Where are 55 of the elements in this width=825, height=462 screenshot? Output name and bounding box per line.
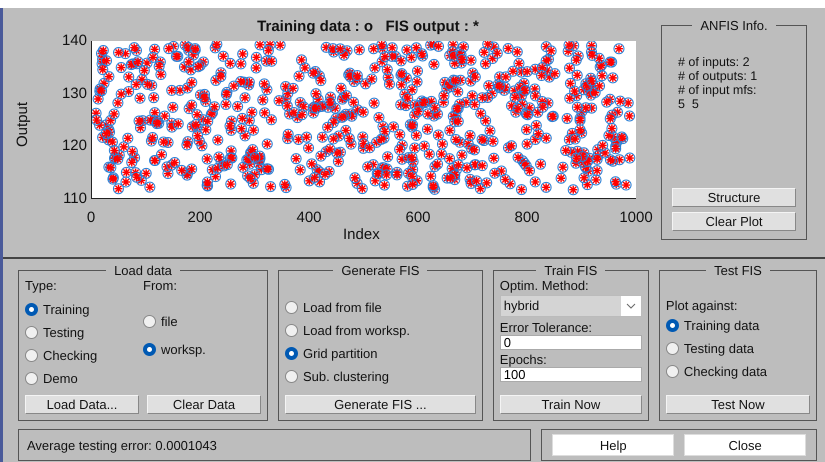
input-field[interactable]: 100 (500, 367, 642, 382)
info-text: # of outputs: 1 (678, 69, 758, 83)
panel-button[interactable]: Structure (672, 188, 796, 207)
status-text: Average testing error: 0.0001043 (27, 438, 217, 452)
radio-option[interactable]: Testing (25, 323, 143, 342)
tick-label: 600 (404, 209, 432, 226)
caret-icon (626, 303, 636, 309)
axis-label: Output (14, 101, 32, 147)
field-label: Epochs: (500, 352, 548, 367)
panel-title: Load data (113, 263, 173, 278)
panel-button[interactable]: Clear Plot (672, 212, 796, 231)
panel-title: Train FIS (543, 263, 598, 278)
tick-label: 130 (60, 86, 88, 102)
panel-button[interactable]: Clear Data (147, 395, 261, 414)
field-label: Error Tolerance: (500, 320, 594, 335)
tick-label: 400 (295, 209, 323, 226)
test-button[interactable]: Test Now (666, 395, 810, 414)
radio-option[interactable]: file (143, 312, 261, 331)
tick-label: 800 (513, 209, 541, 226)
radio-option[interactable]: Load from file (285, 298, 476, 317)
radio-option[interactable]: Sub. clustering (285, 367, 476, 386)
field-label: Optim. Method: (500, 278, 590, 293)
radio-option[interactable]: Training data (666, 316, 810, 335)
radio-option[interactable]: Training (25, 300, 143, 319)
panel-button[interactable]: Load Data... (25, 395, 139, 414)
tick-label: 120 (60, 138, 88, 154)
tick-label: 0 (86, 209, 96, 226)
tick-label: 110 (62, 190, 88, 207)
input-field[interactable]: 0 (500, 335, 642, 350)
info-text: 5 5 (678, 97, 700, 111)
panel-title: ANFIS Info. (699, 18, 769, 33)
radio-option[interactable]: worksp. (143, 340, 261, 359)
radio-option[interactable]: Grid partition (285, 344, 476, 363)
dialog-button[interactable]: Help (552, 434, 674, 456)
dialog-button[interactable]: Close (684, 434, 806, 456)
tick-label: 1000 (618, 209, 654, 226)
method-dropdown[interactable]: hybrid (500, 295, 642, 317)
radio-option[interactable]: Checking data (666, 362, 810, 381)
axis-label: Index (343, 226, 380, 243)
from-label: From: (143, 278, 178, 293)
train-button[interactable]: Train Now (500, 395, 642, 414)
panel-title: Test FIS (713, 263, 763, 278)
radio-option[interactable]: Load from worksp. (285, 321, 476, 340)
generate-button[interactable]: Generate FIS ... (285, 395, 476, 414)
info-text: # of input mfs: (678, 83, 758, 97)
plot-title: Training data : o FIS output : * (256, 18, 480, 37)
type-label: Type: (25, 278, 58, 293)
radio-option[interactable]: Demo (25, 369, 143, 388)
radio-option[interactable]: Checking (25, 346, 143, 365)
info-text: # of inputs: 2 (678, 55, 751, 69)
tick-label: 200 (186, 209, 214, 226)
radio-option[interactable]: Testing data (666, 339, 810, 358)
plot-against-label: Plot against: (666, 298, 738, 313)
panel-title: Generate FIS (340, 263, 420, 278)
tick-label: 140 (60, 33, 88, 49)
